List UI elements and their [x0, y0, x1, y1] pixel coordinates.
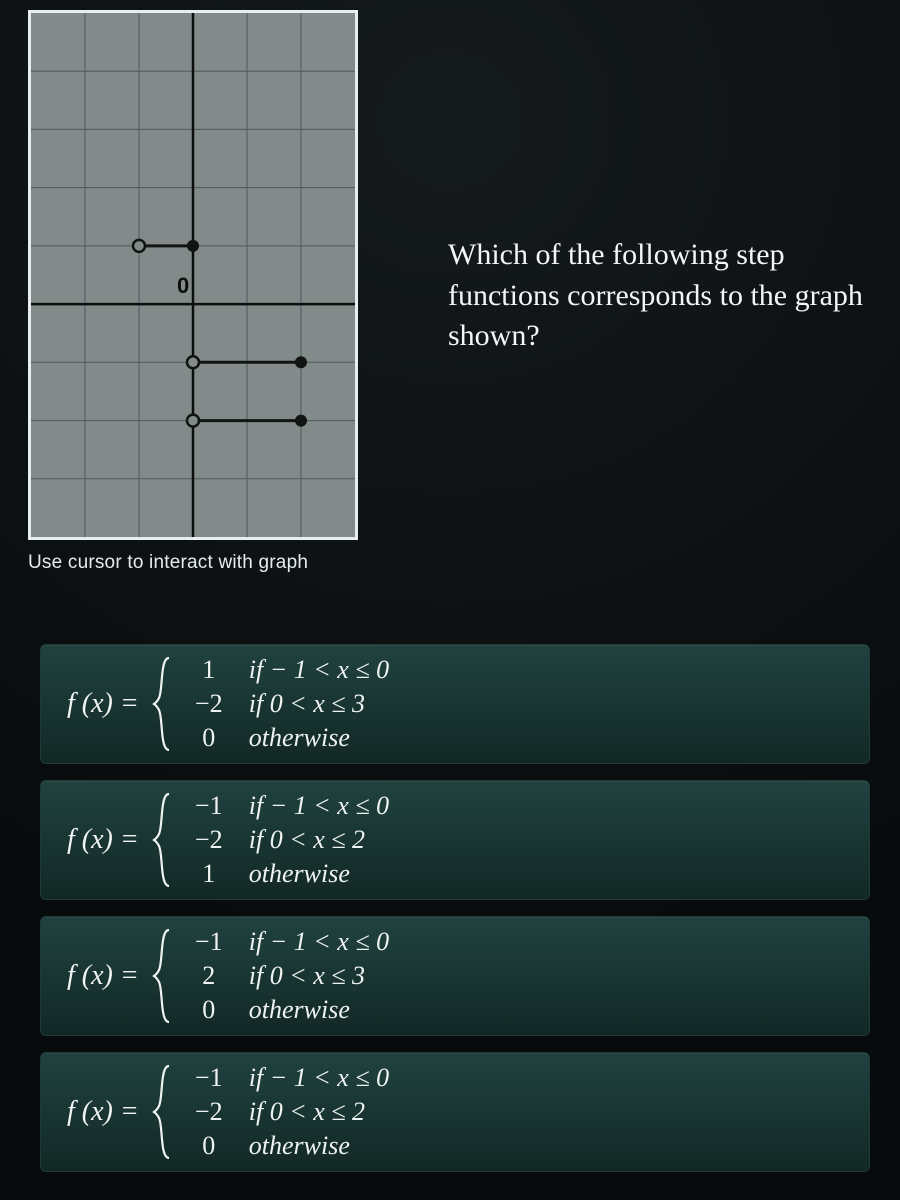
- question-screen: 0 Use cursor to interact with graph Whic…: [0, 0, 900, 1200]
- case-condition: if − 1 < x ≤ 0: [235, 927, 389, 957]
- cases-block: −1if − 1 < x ≤ 0−2if 0 < x ≤ 21otherwise: [183, 791, 389, 889]
- function-label: f (x) =: [67, 688, 139, 720]
- brace-icon: [151, 1064, 173, 1160]
- case-row: 0otherwise: [183, 995, 389, 1025]
- case-value: −2: [183, 689, 235, 719]
- case-row: 1if − 1 < x ≤ 0: [183, 655, 389, 685]
- origin-label: 0: [177, 273, 189, 299]
- answer-option-4[interactable]: f (x) =−1if − 1 < x ≤ 0−2if 0 < x ≤ 20ot…: [40, 1052, 870, 1172]
- case-row: −1if − 1 < x ≤ 0: [183, 927, 389, 957]
- case-value: −2: [183, 1097, 235, 1127]
- case-condition: otherwise: [235, 995, 350, 1025]
- question-text: Which of the following step functions co…: [448, 10, 870, 357]
- case-condition: if 0 < x ≤ 3: [235, 961, 365, 991]
- brace-icon: [151, 928, 173, 1024]
- case-value: 2: [183, 961, 235, 991]
- brace-icon: [151, 792, 173, 888]
- case-row: −2if 0 < x ≤ 3: [183, 689, 389, 719]
- case-condition: otherwise: [235, 859, 350, 889]
- case-value: 0: [183, 1131, 235, 1161]
- answer-option-1[interactable]: f (x) =1if − 1 < x ≤ 0−2if 0 < x ≤ 30oth…: [40, 644, 870, 764]
- case-value: 0: [183, 723, 235, 753]
- case-condition: if − 1 < x ≤ 0: [235, 655, 389, 685]
- case-value: −2: [183, 825, 235, 855]
- case-condition: if 0 < x ≤ 3: [235, 689, 365, 719]
- case-row: −1if − 1 < x ≤ 0: [183, 1063, 389, 1093]
- case-row: −2if 0 < x ≤ 2: [183, 1097, 389, 1127]
- case-condition: otherwise: [235, 723, 350, 753]
- function-label: f (x) =: [67, 960, 139, 992]
- case-condition: if 0 < x ≤ 2: [235, 825, 365, 855]
- case-value: −1: [183, 791, 235, 821]
- case-value: 1: [183, 655, 235, 685]
- case-value: 0: [183, 995, 235, 1025]
- case-value: −1: [183, 1063, 235, 1093]
- brace-icon: [151, 656, 173, 752]
- case-condition: if 0 < x ≤ 2: [235, 1097, 365, 1127]
- case-value: 1: [183, 859, 235, 889]
- case-row: −2if 0 < x ≤ 2: [183, 825, 389, 855]
- case-value: −1: [183, 927, 235, 957]
- case-row: 0otherwise: [183, 1131, 389, 1161]
- case-row: 1otherwise: [183, 859, 389, 889]
- cases-block: −1if − 1 < x ≤ 0−2if 0 < x ≤ 20otherwise: [183, 1063, 389, 1161]
- case-condition: if − 1 < x ≤ 0: [235, 791, 389, 821]
- case-row: 0otherwise: [183, 723, 389, 753]
- graph-caption: Use cursor to interact with graph: [28, 552, 388, 574]
- graph-canvas: [31, 13, 355, 537]
- answer-option-2[interactable]: f (x) =−1if − 1 < x ≤ 0−2if 0 < x ≤ 21ot…: [40, 780, 870, 900]
- top-area: 0 Use cursor to interact with graph Whic…: [0, 0, 900, 574]
- cases-block: 1if − 1 < x ≤ 0−2if 0 < x ≤ 30otherwise: [183, 655, 389, 753]
- function-label: f (x) =: [67, 824, 139, 856]
- graph-column: 0 Use cursor to interact with graph: [28, 10, 388, 574]
- case-row: −1if − 1 < x ≤ 0: [183, 791, 389, 821]
- answer-option-3[interactable]: f (x) =−1if − 1 < x ≤ 02if 0 < x ≤ 30oth…: [40, 916, 870, 1036]
- case-condition: otherwise: [235, 1131, 350, 1161]
- case-row: 2if 0 < x ≤ 3: [183, 961, 389, 991]
- case-condition: if − 1 < x ≤ 0: [235, 1063, 389, 1093]
- cases-block: −1if − 1 < x ≤ 02if 0 < x ≤ 30otherwise: [183, 927, 389, 1025]
- answer-list: f (x) =1if − 1 < x ≤ 0−2if 0 < x ≤ 30oth…: [0, 644, 900, 1172]
- step-function-graph[interactable]: 0: [28, 10, 358, 540]
- function-label: f (x) =: [67, 1096, 139, 1128]
